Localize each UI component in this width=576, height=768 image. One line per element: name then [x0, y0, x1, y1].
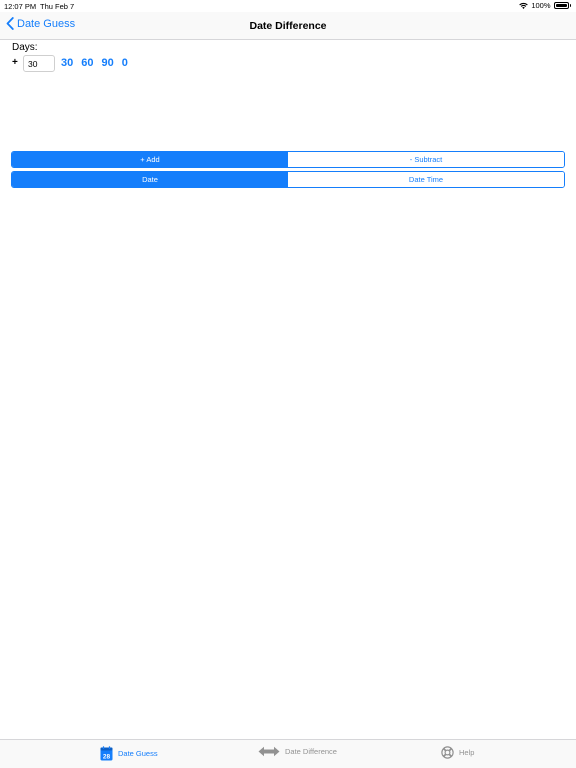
tab-date-guess[interactable]: 28 Date Guess	[100, 746, 158, 761]
tab-label: Help	[459, 748, 475, 757]
battery-percent: 100%	[531, 1, 551, 10]
double-arrow-icon	[258, 746, 280, 757]
quick-0-button[interactable]: 0	[122, 57, 128, 69]
subtract-segment[interactable]: - Subtract	[288, 152, 564, 167]
status-time: 12:07 PM	[4, 2, 37, 11]
date-time-segment[interactable]: Date Time	[288, 172, 564, 187]
status-bar: 12:07 PM Thu Feb 7 100%	[0, 0, 576, 12]
days-input[interactable]	[23, 55, 55, 72]
date-segment[interactable]: Date	[12, 172, 288, 187]
status-date: Thu Feb 7	[40, 2, 75, 11]
lifebuoy-icon	[441, 746, 454, 759]
days-label: Days:	[12, 42, 38, 53]
status-right: 100%	[519, 1, 571, 10]
tab-label: Date Difference	[285, 747, 337, 756]
wifi-icon	[519, 2, 529, 9]
battery-icon	[553, 2, 569, 9]
sign-toggle[interactable]: +	[12, 57, 18, 68]
quick-60-button[interactable]: 60	[81, 57, 93, 69]
mode-segmented-control: Date Date Time	[11, 171, 565, 188]
quick-30-button[interactable]: 30	[61, 57, 73, 69]
quick-90-button[interactable]: 90	[102, 57, 114, 69]
quick-day-buttons: 30 60 90 0	[61, 57, 128, 69]
page-title: Date Difference	[249, 20, 327, 32]
tab-bar: 28 Date Guess Date Difference Help	[0, 739, 576, 768]
add-segment[interactable]: + Add	[12, 152, 288, 167]
calendar-icon: 28	[100, 746, 113, 761]
navigation-bar: Date Guess Date Difference	[0, 12, 576, 40]
tab-help[interactable]: Help	[441, 746, 474, 759]
tab-date-difference[interactable]: Date Difference	[258, 746, 337, 757]
tab-label: Date Guess	[118, 749, 158, 758]
operation-segmented-control: + Add - Subtract	[11, 151, 565, 168]
calendar-badge: 28	[103, 754, 111, 761]
battery-cap	[569, 4, 571, 7]
